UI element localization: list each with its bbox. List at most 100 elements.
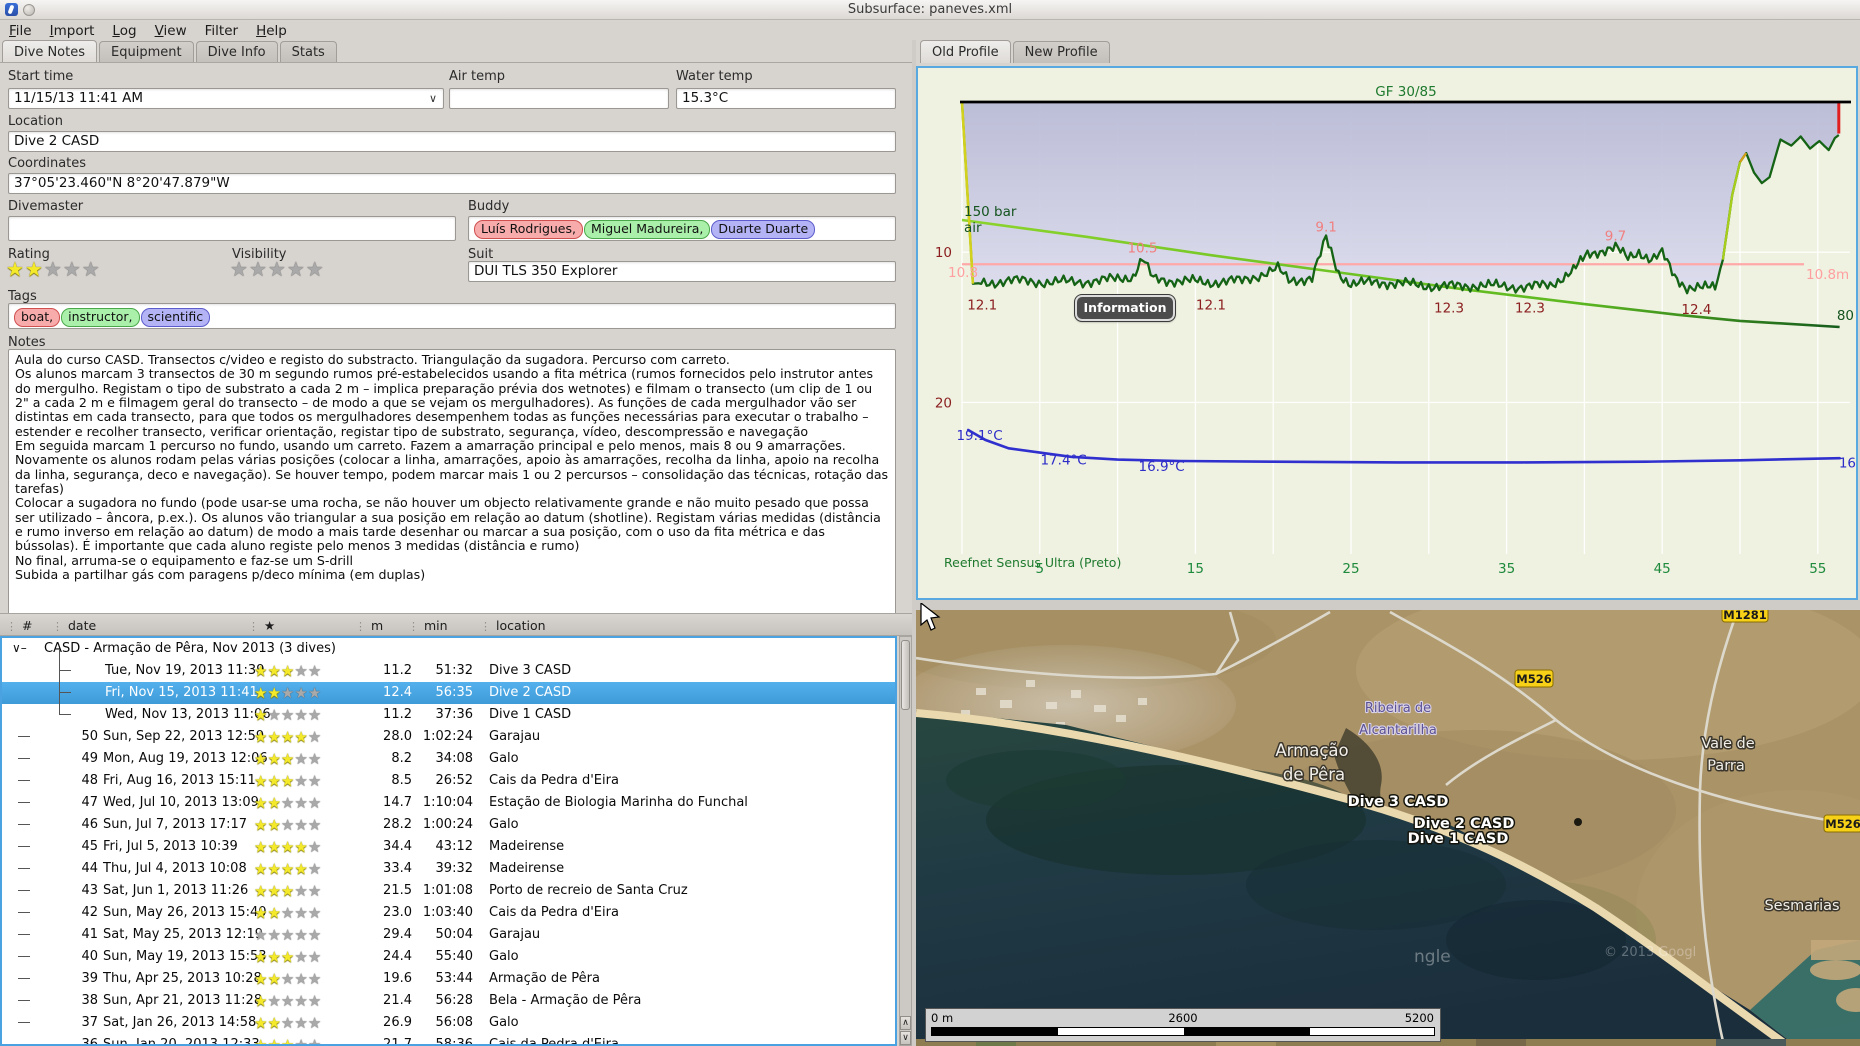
- tab-dive-info[interactable]: Dive Info: [195, 41, 278, 63]
- dive-location-map[interactable]: M526 M526 M1281 Armação de Pêra Ribeira …: [916, 610, 1860, 1046]
- expand-arrow-icon[interactable]: ∨–: [12, 641, 27, 655]
- tag-pill[interactable]: boat,: [14, 308, 61, 327]
- map-label-sesmarias: Sesmarias: [1764, 898, 1839, 914]
- title-bar[interactable]: Subsurface: paneves.xml: [0, 0, 1860, 20]
- dive-row[interactable]: 36 Sun, Jan 20, 2013 12:33 ★★★★★ 21.7 58:36 C…: [2, 1034, 895, 1046]
- dive-rating: ★★★★★: [254, 662, 322, 680]
- dive-location: Cais da Pedra d'Eira: [489, 773, 619, 788]
- dive-row[interactable]: 49 Mon, Aug 19, 2013 12:06 ★★★★★ 8.2 34:08 Ga…: [2, 748, 895, 770]
- air-temp-label: Air temp: [449, 69, 505, 84]
- svg-text:150 bar: 150 bar: [964, 204, 1017, 220]
- dive-duration: 1:00:24: [422, 817, 473, 832]
- trip-title: CASD - Armação de Pêra, Nov 2013 (3 dive…: [44, 641, 336, 656]
- rating-stars[interactable]: ★★★★★: [6, 257, 101, 281]
- menu-filter[interactable]: Filter: [196, 21, 247, 41]
- scroll-up-button[interactable]: ∧: [900, 1016, 911, 1030]
- chevron-down-icon[interactable]: ∨: [429, 92, 437, 105]
- dive-row[interactable]: Tue, Nov 19, 2013 11:39 ★★★★★ 11.2 51:32 Div…: [2, 649, 895, 682]
- tab-stats[interactable]: Stats: [279, 41, 337, 63]
- window-title: Subsurface: paneves.xml: [847, 2, 1013, 17]
- dive-row[interactable]: Wed, Nov 13, 2013 11:06 ★★★★★ 11.2 37:36 Div…: [2, 693, 895, 726]
- buddy-input[interactable]: Luís Rodrigues, Miguel Madureira, Duarte D…: [468, 216, 896, 241]
- dive-row[interactable]: 41 Sat, May 25, 2013 12:19 ★★★★★ 29.4 50:04 G…: [2, 924, 895, 946]
- dive-rating: ★★★★★: [254, 948, 322, 966]
- menu-file[interactable]: File: [0, 21, 41, 41]
- svg-text:16: 16: [1839, 455, 1856, 471]
- map-label-river-2: Alcantarilha: [1359, 723, 1437, 738]
- start-time-input[interactable]: 11/15/13 11:41 AM ∨: [8, 88, 444, 109]
- dive-row[interactable]: 43 Sat, Jun 1, 2013 11:26 ★★★★★ 21.5 1:01:08…: [2, 880, 895, 902]
- dive-number: 49: [81, 751, 98, 766]
- tag-pill[interactable]: instructor,: [61, 308, 140, 327]
- dive-row[interactable]: 40 Sun, May 19, 2013 15:53 ★★★★★ 24.4 55:40 G…: [2, 946, 895, 968]
- location-input[interactable]: Dive 2 CASD: [8, 131, 896, 152]
- divemaster-input[interactable]: [8, 216, 456, 241]
- col-location[interactable]: location: [480, 618, 546, 633]
- dive-date: Sun, Apr 21, 2013 11:28: [103, 993, 263, 1008]
- right-tab-bar: Old Profile New Profile: [920, 40, 1112, 63]
- coordinates-input[interactable]: 37°05'23.460"N 8°20'47.879"W: [8, 173, 896, 194]
- svg-text:25: 25: [1342, 561, 1359, 577]
- visibility-stars[interactable]: ★★★★★: [230, 257, 325, 281]
- dive-list-header[interactable]: # date ★ m min location: [0, 613, 912, 636]
- menu-bar: File Import Log View Filter Help: [0, 20, 1860, 40]
- scroll-down-button[interactable]: ∨: [900, 1031, 911, 1045]
- location-label: Location: [8, 114, 63, 129]
- svg-text:M526: M526: [1516, 672, 1551, 686]
- dive-row[interactable]: 37 Sat, Jan 26, 2013 14:58 ★★★★★ 26.9 56:08 G…: [2, 1012, 895, 1034]
- tag-pill[interactable]: scientific: [140, 308, 211, 327]
- dive-location: Dive 2 CASD: [489, 685, 572, 700]
- menu-log[interactable]: Log: [103, 21, 145, 41]
- information-button[interactable]: Information: [1074, 294, 1176, 322]
- dive-row[interactable]: 48 Fri, Aug 16, 2013 15:11 ★★★★★ 8.5 26:52 Ca…: [2, 770, 895, 792]
- dive-location: Dive 3 CASD: [489, 663, 572, 678]
- dive-duration: 1:03:40: [422, 905, 473, 920]
- col-duration[interactable]: min: [408, 618, 448, 633]
- scale-end: 5200: [1404, 1011, 1434, 1025]
- water-temp-input[interactable]: 15.3°C: [676, 88, 896, 109]
- buddy-pill[interactable]: Duarte Duarte: [711, 220, 816, 239]
- scrollbar-thumb[interactable]: [901, 640, 910, 710]
- dive-site-marker[interactable]: [1574, 818, 1582, 826]
- dive-row[interactable]: 44 Thu, Jul 4, 2013 10:08 ★★★★★ 33.4 39:32 Ma…: [2, 858, 895, 880]
- dive-row[interactable]: 42 Sun, May 26, 2013 15:40 ★★★★★ 23.0 1:03:4…: [2, 902, 895, 924]
- buddy-pill[interactable]: Miguel Madureira,: [583, 220, 711, 239]
- dive-row[interactable]: 45 Fri, Jul 5, 2013 10:39 ★★★★★ 34.4 43:12 Ma…: [2, 836, 895, 858]
- dive-trip-row[interactable]: ∨– CASD - Armação de Pêra, Nov 2013 (3 di…: [2, 638, 895, 660]
- dive-row[interactable]: 47 Wed, Jul 10, 2013 13:09 ★★★★★ 14.7 1:10:0…: [2, 792, 895, 814]
- divemaster-label: Divemaster: [8, 199, 84, 214]
- dive-date: Tue, Nov 19, 2013 11:39: [105, 663, 265, 678]
- dive-row[interactable]: 46 Sun, Jul 7, 2013 17:17 ★★★★★ 28.2 1:00:24…: [2, 814, 895, 836]
- tab-old-profile[interactable]: Old Profile: [920, 40, 1011, 63]
- dive-date: Thu, Jul 4, 2013 10:08: [103, 861, 247, 876]
- dive-row[interactable]: 39 Thu, Apr 25, 2013 10:28 ★★★★★ 19.6 53:44 A…: [2, 968, 895, 990]
- tab-dive-notes[interactable]: Dive Notes: [2, 40, 97, 63]
- satellite-map[interactable]: M526 M526 M1281 Armação de Pêra Ribeira …: [916, 610, 1860, 1046]
- dive-row[interactable]: 38 Sun, Apr 21, 2013 11:28 ★★★★★ 21.4 56:28 B…: [2, 990, 895, 1012]
- dive-number: 36: [81, 1037, 98, 1046]
- dive-row[interactable]: Fri, Nov 15, 2013 11:41 ★★★★★ 12.4 56:35 Div…: [2, 671, 895, 704]
- menu-view[interactable]: View: [146, 21, 196, 41]
- col-number[interactable]: #: [6, 618, 32, 633]
- dive-location: Galo: [489, 1015, 519, 1030]
- menu-import[interactable]: Import: [41, 21, 104, 41]
- tab-equipment[interactable]: Equipment: [99, 41, 194, 63]
- map-label-dive3: Dive 3 CASD: [1348, 794, 1449, 810]
- suit-input[interactable]: DUI TLS 350 Explorer: [468, 261, 896, 282]
- col-date[interactable]: date: [52, 618, 96, 633]
- menu-help[interactable]: Help: [247, 21, 296, 41]
- tab-new-profile[interactable]: New Profile: [1012, 41, 1110, 63]
- dive-location: Galo: [489, 751, 519, 766]
- buddy-pill[interactable]: Luís Rodrigues,: [474, 220, 583, 239]
- dive-duration: 56:28: [435, 993, 473, 1008]
- dive-row[interactable]: 50 Sun, Sep 22, 2013 12:59 ★★★★★ 28.0 1:02:2…: [2, 726, 895, 748]
- mouse-cursor: [920, 601, 942, 633]
- tags-input[interactable]: boat, instructor, scientific: [8, 303, 896, 329]
- dive-list[interactable]: ∨– CASD - Armação de Pêra, Nov 2013 (3 di…: [0, 636, 897, 1046]
- col-rating[interactable]: ★: [248, 618, 275, 633]
- panel-splitter-horizontal[interactable]: [916, 600, 1860, 610]
- dive-profile[interactable]: GF 30/85 10 20 5 15 25 35 45 55 150 bar air 80 10.8 1…: [916, 66, 1858, 600]
- air-temp-input[interactable]: [449, 88, 669, 109]
- dive-list-scrollbar[interactable]: ∧ ∨: [899, 636, 912, 1046]
- col-depth[interactable]: m: [355, 618, 383, 633]
